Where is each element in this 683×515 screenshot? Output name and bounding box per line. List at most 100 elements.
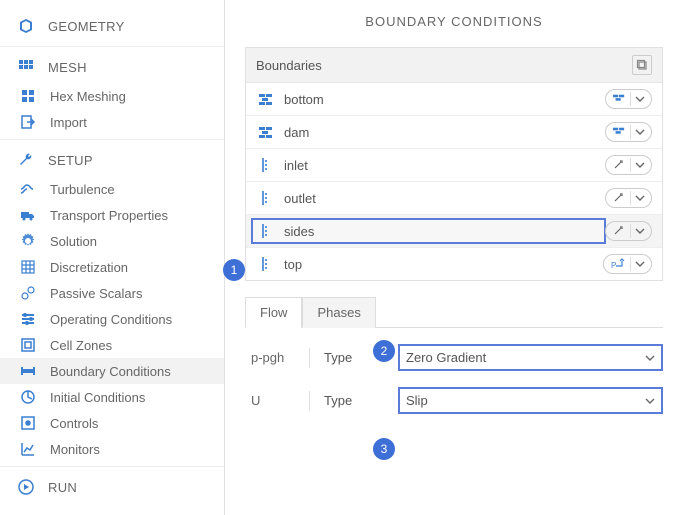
- geometry-icon: [18, 18, 34, 34]
- sidebar-item-monitors[interactable]: Monitors: [0, 436, 224, 462]
- chevron-down-icon: [645, 353, 655, 363]
- sidebar-item-passive[interactable]: Passive Scalars: [0, 280, 224, 306]
- hex-icon: [20, 88, 36, 104]
- sidebar-label: Transport Properties: [50, 208, 206, 223]
- import-icon: [20, 114, 36, 130]
- sidebar-item-turbulence[interactable]: Turbulence: [0, 176, 224, 202]
- boundary-row-outlet[interactable]: outlet: [246, 182, 662, 215]
- select-ppgh-type[interactable]: Zero Gradient: [398, 344, 663, 371]
- sidebar: GEOMETRY MESH Hex Meshing Import SETUP: [0, 0, 225, 515]
- truck-icon: [20, 207, 36, 223]
- sidebar-label: RUN: [48, 480, 206, 495]
- patch-icon: [258, 157, 274, 173]
- svg-text:P: P: [611, 261, 616, 270]
- sidebar-label: Boundary Conditions: [50, 364, 206, 379]
- sidebar-item-discretization[interactable]: Discretization: [0, 254, 224, 280]
- sidebar-section-mesh[interactable]: MESH: [0, 51, 224, 83]
- boundary-icon: [20, 363, 36, 379]
- type-label: Type: [324, 393, 384, 408]
- play-icon: [18, 479, 34, 495]
- select-value: Zero Gradient: [406, 350, 486, 365]
- sidebar-item-controls[interactable]: Controls: [0, 410, 224, 436]
- gear-icon: [20, 233, 36, 249]
- scalar-icon: [20, 285, 36, 301]
- sidebar-item-transport[interactable]: Transport Properties: [0, 202, 224, 228]
- sidebar-label: SETUP: [48, 153, 206, 168]
- row-label: dam: [284, 125, 309, 140]
- sidebar-item-operating[interactable]: Operating Conditions: [0, 306, 224, 332]
- page-title: BOUNDARY CONDITIONS: [245, 0, 663, 47]
- sidebar-item-solution[interactable]: Solution: [0, 228, 224, 254]
- panel-header: Boundaries: [246, 48, 662, 83]
- sidebar-item-boundary-conditions[interactable]: Boundary Conditions: [0, 358, 224, 384]
- patch-icon: [258, 256, 274, 272]
- callout-badge-2: 2: [373, 340, 395, 362]
- boundary-row-sides[interactable]: sides: [246, 215, 662, 248]
- row-label: top: [284, 257, 302, 272]
- boundaries-panel: Boundaries bottom dam: [245, 47, 663, 281]
- sidebar-label: Hex Meshing: [50, 89, 206, 104]
- sidebar-item-cell-zones[interactable]: Cell Zones: [0, 332, 224, 358]
- form-row-u: U Type Slip: [245, 371, 663, 414]
- field-label: U: [251, 393, 295, 408]
- sidebar-item-initial[interactable]: Initial Conditions: [0, 384, 224, 410]
- copy-button[interactable]: [632, 55, 652, 75]
- sidebar-label: Passive Scalars: [50, 286, 206, 301]
- sidebar-item-import[interactable]: Import: [0, 109, 224, 135]
- sidebar-section-geometry[interactable]: GEOMETRY: [0, 10, 224, 42]
- sidebar-label: Solution: [50, 234, 206, 249]
- boundary-row-top[interactable]: top P: [246, 248, 662, 280]
- row-type-button[interactable]: [605, 221, 652, 241]
- zones-icon: [20, 337, 36, 353]
- chart-icon: [20, 441, 36, 457]
- sidebar-section-setup[interactable]: SETUP: [0, 144, 224, 176]
- chevron-down-icon: [635, 259, 645, 269]
- main-panel: BOUNDARY CONDITIONS Boundaries bottom: [225, 0, 683, 515]
- boundary-row-inlet[interactable]: inlet: [246, 149, 662, 182]
- sidebar-label: MESH: [48, 60, 206, 75]
- sidebar-item-hex-meshing[interactable]: Hex Meshing: [0, 83, 224, 109]
- chevron-down-icon: [645, 396, 655, 406]
- row-label: inlet: [284, 158, 308, 173]
- sidebar-label: Turbulence: [50, 182, 206, 197]
- row-type-button[interactable]: [605, 89, 652, 109]
- callout-badge-3: 3: [373, 438, 395, 460]
- mesh-icon: [18, 59, 34, 75]
- row-type-button[interactable]: [605, 155, 652, 175]
- sliders-icon: [20, 311, 36, 327]
- callout-badge-1: 1: [223, 259, 245, 281]
- wrench-icon: [18, 152, 34, 168]
- chevron-down-icon: [635, 94, 645, 104]
- row-type-button[interactable]: [605, 188, 652, 208]
- chevron-down-icon: [635, 127, 645, 137]
- boundary-row-bottom[interactable]: bottom: [246, 83, 662, 116]
- chevron-down-icon: [635, 226, 645, 236]
- chevron-down-icon: [635, 193, 645, 203]
- select-u-type[interactable]: Slip: [398, 387, 663, 414]
- turbulence-icon: [20, 181, 36, 197]
- grid-icon: [20, 259, 36, 275]
- patch-icon: [258, 190, 274, 206]
- select-value: Slip: [406, 393, 428, 408]
- form-row-ppgh: p-pgh Type Zero Gradient: [245, 328, 663, 371]
- chevron-down-icon: [635, 160, 645, 170]
- field-label: p-pgh: [251, 350, 295, 365]
- wall-icon: [258, 124, 274, 140]
- sidebar-label: GEOMETRY: [48, 19, 206, 34]
- row-type-button[interactable]: P: [603, 254, 652, 274]
- controls-icon: [20, 415, 36, 431]
- tabs: Flow Phases: [245, 297, 663, 328]
- boundary-row-dam[interactable]: dam: [246, 116, 662, 149]
- sidebar-label: Monitors: [50, 442, 206, 457]
- row-type-button[interactable]: [605, 122, 652, 142]
- sidebar-section-run[interactable]: RUN: [0, 471, 224, 503]
- sidebar-label: Initial Conditions: [50, 390, 206, 405]
- row-label: outlet: [284, 191, 316, 206]
- row-label: sides: [284, 224, 314, 239]
- tab-phases[interactable]: Phases: [302, 297, 375, 328]
- sidebar-label: Discretization: [50, 260, 206, 275]
- sidebar-label: Cell Zones: [50, 338, 206, 353]
- flag-icon: [20, 389, 36, 405]
- tab-flow[interactable]: Flow: [245, 297, 302, 328]
- sidebar-label: Operating Conditions: [50, 312, 206, 327]
